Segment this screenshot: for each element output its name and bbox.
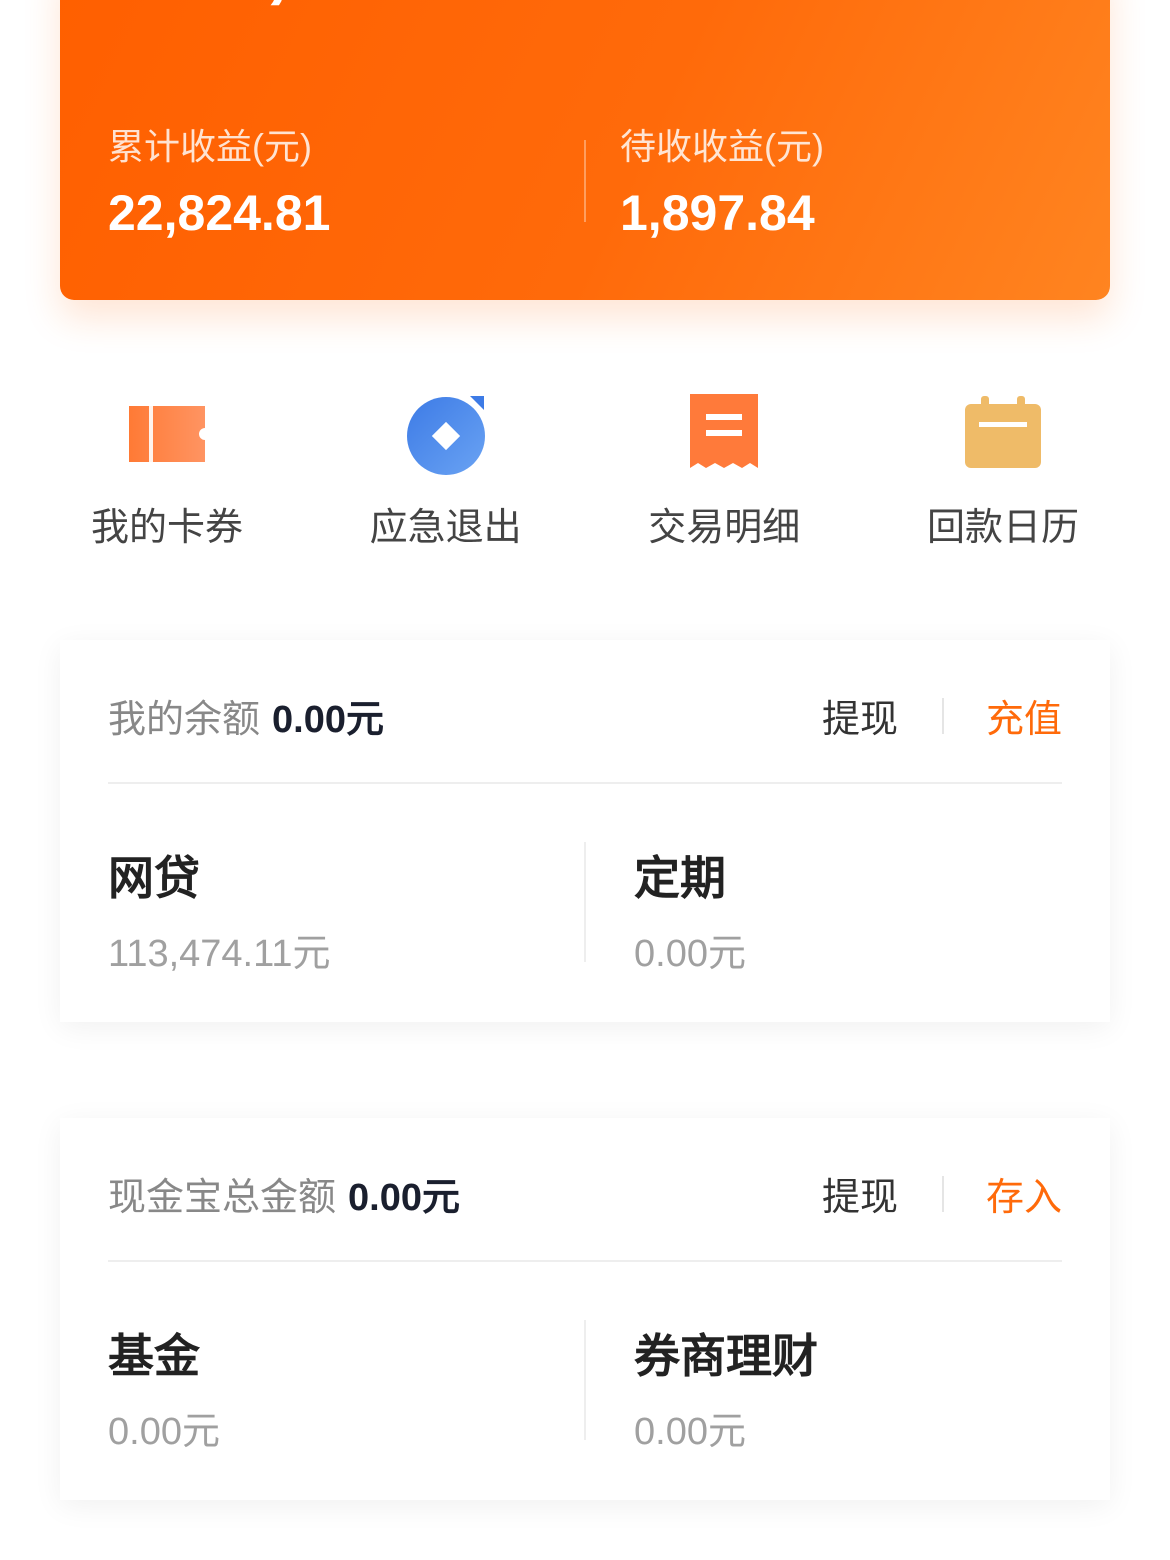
action-emergency-exit[interactable]: 应急退出 (307, 392, 585, 551)
fixed-term-item[interactable]: 定期 0.00元 (634, 842, 746, 977)
column-divider (584, 842, 586, 962)
cumulative-earnings-label: 累计收益(元) (108, 126, 312, 167)
recharge-button[interactable]: 充值 (986, 688, 1062, 743)
cash-card-body: 基金 0.00元 券商理财 0.00元 (60, 1262, 1110, 1500)
broker-wealth-title: 券商理财 (634, 1330, 818, 1382)
earnings-summary-card: 113,474.11 累计收益(元) 22,824.81 待收收益(元) 1,8… (60, 0, 1110, 300)
withdraw-button[interactable]: 提现 (822, 1166, 898, 1221)
balance-title-label: 我的余额 (108, 699, 261, 741)
balance-amount: 0.00元 (272, 699, 384, 741)
fixed-term-value: 0.00元 (634, 933, 746, 975)
cumulative-earnings-value: 22,824.81 (108, 185, 331, 241)
pending-earnings-label: 待收收益(元) (620, 126, 824, 167)
p2p-lending-value: 113,474.11元 (108, 933, 331, 975)
balance-actions: 提现 充值 (822, 688, 1062, 743)
total-assets-value: 113,474.11 (110, 0, 580, 13)
action-my-coupons[interactable]: 我的卡券 (28, 392, 306, 551)
pending-earnings: 待收收益(元) 1,897.84 (620, 118, 824, 242)
cash-treasure-card: 现金宝总金额 0.00元 提现 存入 基金 0.00元 券商理财 0.00元 (60, 1118, 1110, 1500)
cash-title-label: 现金宝总金额 (108, 1177, 337, 1219)
cash-card-header: 现金宝总金额 0.00元 提现 存入 (108, 1118, 1062, 1262)
deposit-button[interactable]: 存入 (986, 1166, 1062, 1221)
hero-divider (584, 140, 586, 222)
balance-card-body: 网贷 113,474.11元 定期 0.00元 (60, 784, 1110, 1022)
column-divider (584, 1320, 586, 1440)
quick-actions: 我的卡券 应急退出 交易明细 回款日历 (28, 392, 1142, 551)
fund-item[interactable]: 基金 0.00元 (108, 1320, 220, 1455)
balance-title: 我的余额 0.00元 (108, 688, 384, 743)
action-label: 回款日历 (926, 507, 1079, 549)
p2p-lending-item[interactable]: 网贷 113,474.11元 (108, 842, 331, 977)
fund-value: 0.00元 (108, 1411, 220, 1453)
broker-wealth-value: 0.00元 (634, 1411, 746, 1453)
exit-diamond-icon (406, 396, 485, 475)
action-separator (941, 1175, 944, 1212)
p2p-lending-title: 网贷 (108, 852, 200, 904)
ticket-icon (129, 406, 205, 462)
cash-title: 现金宝总金额 0.00元 (108, 1166, 460, 1221)
balance-card-header: 我的余额 0.00元 提现 充值 (108, 640, 1062, 784)
fixed-term-title: 定期 (634, 852, 726, 904)
action-repayment-calendar[interactable]: 回款日历 (864, 392, 1142, 551)
fund-title: 基金 (108, 1330, 200, 1382)
balance-card: 我的余额 0.00元 提现 充值 网贷 113,474.11元 定期 0.00元 (60, 640, 1110, 1022)
cash-actions: 提现 存入 (822, 1166, 1062, 1221)
calendar-icon (964, 396, 1041, 468)
withdraw-button[interactable]: 提现 (822, 688, 898, 743)
action-separator (941, 697, 944, 734)
receipt-icon (690, 394, 759, 468)
action-label: 交易明细 (648, 507, 801, 549)
action-label: 我的卡券 (90, 507, 243, 549)
cumulative-earnings: 累计收益(元) 22,824.81 (108, 118, 330, 242)
broker-wealth-item[interactable]: 券商理财 0.00元 (634, 1320, 818, 1455)
action-transaction-details[interactable]: 交易明细 (585, 392, 863, 551)
action-label: 应急退出 (369, 507, 522, 549)
cash-amount: 0.00元 (348, 1177, 460, 1219)
pending-earnings-value: 1,897.84 (620, 185, 815, 241)
